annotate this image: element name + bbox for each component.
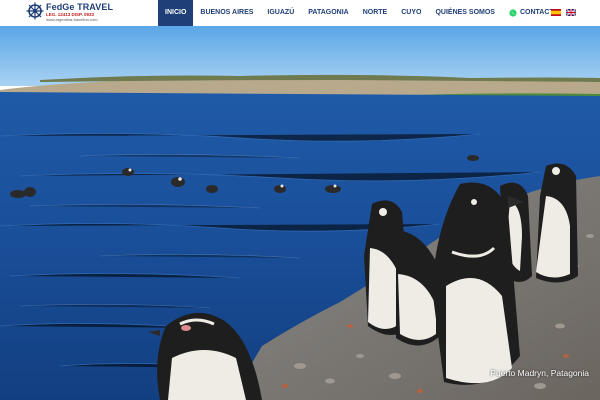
nav-item-norte[interactable]: NORTE [356, 0, 395, 26]
main-nav: INICIO BUENOS AIRES IGUAZÚ PATAGONIA NOR… [158, 0, 566, 26]
whatsapp-icon [509, 9, 517, 17]
language-switcher [551, 9, 576, 16]
flag-spain-icon[interactable] [551, 9, 561, 16]
brand-url: www.argentina-travelfun.com [46, 17, 98, 22]
brand-name: FedGe TRAVEL [46, 2, 114, 12]
nav-item-patagonia[interactable]: PATAGONIA [301, 0, 355, 26]
nav-item-buenos-aires[interactable]: BUENOS AIRES [193, 0, 260, 26]
nav-item-cuyo[interactable]: CUYO [394, 0, 428, 26]
hero-banner: Puerto Madryn, Patagonia [0, 26, 600, 400]
hero-photo [0, 26, 600, 400]
ship-wheel-icon [26, 2, 44, 20]
logo[interactable]: FedGe TRAVEL LEG. 12413 DISP. 0933 www.a… [26, 2, 146, 24]
site-header: FedGe TRAVEL LEG. 12413 DISP. 0933 www.a… [0, 0, 600, 26]
nav-item-iguazu[interactable]: IGUAZÚ [260, 0, 301, 26]
hero-caption: Puerto Madryn, Patagonia [490, 368, 589, 378]
flag-uk-icon[interactable] [566, 9, 576, 16]
nav-item-quienes-somos[interactable]: QUIÉNES SOMOS [428, 0, 502, 26]
nav-item-inicio[interactable]: INICIO [158, 0, 194, 26]
